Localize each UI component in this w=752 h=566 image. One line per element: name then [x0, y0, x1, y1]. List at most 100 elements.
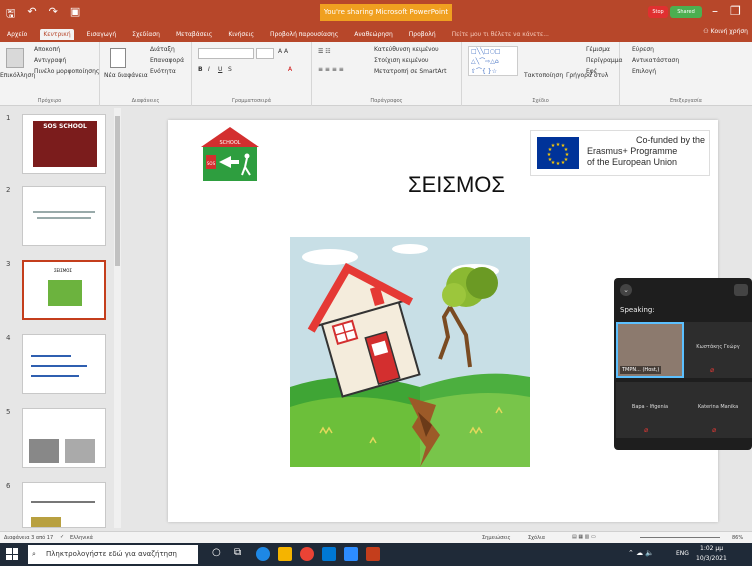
shape-outline-button[interactable]: Περίγραμμα: [586, 57, 623, 64]
drawing-group: □╲╲□○□ △╲⌒⇨△⌂ ⇧⌒{ }☆ Τακτοποίηση Γρήγορα σ…: [462, 42, 623, 106]
tab-file[interactable]: Αρχείο: [4, 29, 30, 40]
scrollbar-thumb[interactable]: [115, 116, 120, 266]
tab-home[interactable]: Κεντρική: [40, 28, 74, 40]
start-icon[interactable]: [6, 548, 18, 560]
clock-date[interactable]: 10/3/2021: [696, 555, 727, 562]
file-explorer-icon[interactable]: [278, 547, 292, 561]
editing-label: Επεξεργασία: [670, 98, 702, 104]
tab-view[interactable]: Προβολή: [406, 29, 439, 40]
language-indicator[interactable]: Ελληνικά: [70, 535, 93, 541]
earthquake-illustration: [290, 237, 530, 467]
slide-number-2: 2: [6, 186, 11, 194]
copy-button[interactable]: Αντιγραφή: [34, 57, 66, 64]
comments-button[interactable]: Σχόλια: [528, 535, 545, 541]
save-icon[interactable]: 🖫: [6, 5, 15, 24]
input-language[interactable]: ENG: [676, 550, 689, 557]
tell-me-search[interactable]: Πείτε μου τι θέλετε να κάνετε...: [449, 29, 552, 40]
slide-thumbnail-2[interactable]: [22, 186, 106, 246]
tab-insert[interactable]: Εισαγωγή: [84, 29, 120, 40]
undo-icon[interactable]: ↶: [27, 5, 36, 24]
reset-button[interactable]: Επαναφορά: [150, 57, 184, 64]
store-icon[interactable]: [322, 547, 336, 561]
new-slide-icon[interactable]: [110, 48, 126, 68]
school-exit-sign: SCHOOL SOS: [201, 127, 259, 181]
restore-icon[interactable]: ❐: [730, 4, 741, 18]
arrange-button[interactable]: Τακτοποίηση: [524, 72, 563, 79]
task-view-icon[interactable]: ⧉: [234, 547, 248, 561]
zoom-slider[interactable]: [640, 537, 720, 538]
tab-design[interactable]: Σχεδίαση: [129, 29, 163, 40]
replace-button[interactable]: Αντικατάσταση: [632, 57, 679, 64]
paste-button[interactable]: Επικόλληση: [0, 72, 35, 79]
zoom-video-panel[interactable]: ⌄ Speaking: TMPN... (Host,) Κωστάκης Γεώ…: [614, 278, 752, 450]
zoom-app-icon[interactable]: [344, 547, 358, 561]
paste-icon[interactable]: [6, 48, 24, 68]
shapes-gallery[interactable]: □╲╲□○□ △╲⌒⇨△⌂ ⇧⌒{ }☆: [468, 46, 518, 76]
font-size-box[interactable]: [256, 48, 274, 59]
participant-tile-4[interactable]: Katerina Manika ⌀: [684, 382, 752, 438]
participant-tile-host[interactable]: TMPN... (Host,): [616, 322, 684, 378]
mic-muted-icon: ⌀: [644, 426, 649, 434]
taskbar-search[interactable]: ⌕ Πληκτρολογήστε εδώ για αναζήτηση: [28, 545, 198, 564]
redo-icon[interactable]: ↷: [49, 5, 58, 24]
edge-icon[interactable]: [256, 547, 270, 561]
smartart-button[interactable]: Μετατροπή σε SmartArt: [374, 68, 446, 75]
slide-thumbnail-4[interactable]: [22, 334, 106, 394]
system-tray-icons[interactable]: ⌃ ☁ 🔈: [628, 549, 654, 557]
stop-share-button[interactable]: Stop: [648, 6, 668, 18]
section-button[interactable]: Ενότητα: [150, 68, 176, 75]
slide-thumbnail-5[interactable]: [22, 408, 106, 468]
align-icons[interactable]: ≡ ≡ ≡ ≡: [318, 66, 344, 73]
underline-icon[interactable]: U: [218, 66, 222, 73]
cut-button[interactable]: Αποκοπή: [34, 46, 60, 53]
shadow-icon[interactable]: S: [228, 66, 232, 73]
slide-thumbnail-6[interactable]: [22, 482, 106, 528]
font-color-icon[interactable]: A: [288, 66, 292, 73]
spellcheck-icon[interactable]: ✓: [60, 534, 64, 540]
powerpoint-icon[interactable]: [366, 547, 380, 561]
align-text-button[interactable]: Στοίχιση κειμένου: [374, 57, 428, 64]
italic-icon[interactable]: I: [208, 66, 210, 73]
bullets-icon[interactable]: ☰ ☷: [318, 48, 331, 55]
mic-muted-icon: ⌀: [712, 426, 717, 434]
find-button[interactable]: Εύρεση: [632, 46, 654, 53]
clock-time[interactable]: 1:02 μμ: [700, 545, 723, 552]
participant-tile-2[interactable]: Κωστάκης Γεώργ ⌀: [684, 322, 752, 378]
share-button[interactable]: ⚇ Κοινή χρήση: [703, 28, 748, 35]
tab-slideshow[interactable]: Προβολή παρουσίασης: [267, 29, 341, 40]
shape-effects-button[interactable]: Εφέ: [586, 68, 597, 75]
text-direction-button[interactable]: Κατεύθυνση κειμένου: [374, 46, 439, 53]
shape-fill-button[interactable]: Γέμισμα: [586, 46, 610, 53]
chrome-icon[interactable]: [300, 547, 314, 561]
grow-font-icon[interactable]: A A: [278, 48, 288, 55]
layout-button[interactable]: Διάταξη: [150, 46, 175, 53]
clipboard-label: Πρόχειρο: [37, 98, 62, 104]
select-button[interactable]: Επιλογή: [632, 68, 656, 75]
participant-name-4: Katerina Manika: [697, 404, 739, 410]
zoom-view-icon[interactable]: [734, 284, 748, 296]
tab-review[interactable]: Αναθεώρηση: [351, 29, 396, 40]
minimize-icon[interactable]: –: [712, 4, 718, 18]
slide-counter: Διαφάνεια 3 από 17: [4, 535, 54, 541]
view-buttons[interactable]: ▤ ▦ ▥ ▭: [572, 534, 596, 540]
participant-name-host: TMPN... (Host,): [620, 366, 662, 374]
cortana-icon[interactable]: ○: [212, 547, 226, 561]
slide-title[interactable]: ΣΕΙΣΜΟΣ: [408, 172, 505, 198]
slide-thumbnail-3[interactable]: ΣΕΙΣΜΟΣ: [22, 260, 106, 320]
bold-icon[interactable]: B: [198, 66, 203, 73]
participant-tile-3[interactable]: Bapa - Ifigenia ⌀: [616, 382, 684, 438]
search-icon: ⌕: [32, 550, 36, 558]
tab-animations[interactable]: Κινήσεις: [225, 29, 257, 40]
thumbnails-scrollbar[interactable]: [114, 108, 121, 528]
font-label: Γραμματοσειρά: [231, 98, 272, 104]
zoom-level[interactable]: 86%: [732, 535, 743, 541]
notes-button[interactable]: Σημειώσεις: [482, 535, 511, 541]
format-painter-button[interactable]: Πινέλο μορφοποίησης: [34, 68, 99, 75]
svg-text:★: ★: [561, 160, 566, 166]
tab-transitions[interactable]: Μεταβάσεις: [173, 29, 215, 40]
zoom-collapse-icon[interactable]: ⌄: [620, 284, 632, 296]
new-slide-button[interactable]: Νέα διαφάνεια: [104, 72, 148, 79]
slide-thumbnail-1[interactable]: SOS SCHOOL: [22, 114, 106, 174]
font-name-box[interactable]: [198, 48, 254, 59]
present-icon[interactable]: ▣: [70, 5, 80, 24]
